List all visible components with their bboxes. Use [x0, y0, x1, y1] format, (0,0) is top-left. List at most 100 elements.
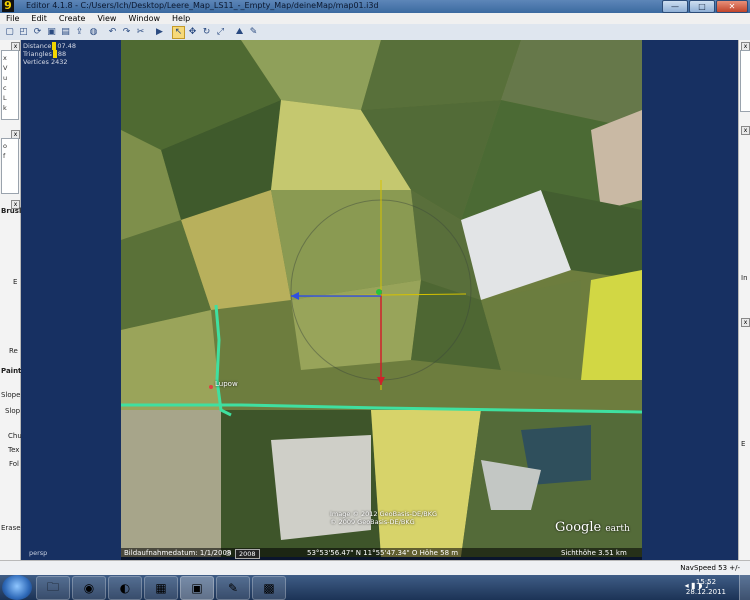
save-icon[interactable]: ▣ [45, 26, 58, 39]
reload-icon[interactable]: ⟳ [31, 26, 44, 39]
imagery-year-badge[interactable]: 2008 [235, 549, 260, 559]
panel-text: L [3, 94, 7, 102]
brush-field-label: Chu [8, 432, 22, 440]
google-word: Google [555, 520, 602, 535]
editor-icon[interactable]: ▣ [180, 576, 214, 600]
attributes-panel[interactable]: o f [1, 138, 19, 194]
vertices-value: 2432 [51, 58, 68, 66]
distance-label: Distance [23, 42, 52, 50]
scale-icon[interactable]: ⤢ [214, 26, 227, 39]
highlight-marker [52, 50, 57, 58]
globe-icon[interactable]: ◍ [87, 26, 100, 39]
brush-field-label: Re [9, 347, 18, 355]
panel-text: u [3, 74, 8, 82]
start-button[interactable] [2, 575, 32, 600]
export-icon[interactable]: ⇪ [73, 26, 86, 39]
toolbar: ▢ ◰ ⟳ ▣ ▤ ⇪ ◍ ↶ ↷ ✂ ▶ ↖ ✥ ↻ ⤢ ⛰ ✎ [0, 24, 750, 41]
toolbar-separator [228, 26, 232, 39]
right-panel: x x In x E [738, 40, 750, 560]
panel-text: c [3, 84, 7, 92]
title-bar: 9 Editor 4.1.8 - C:/Users/Ich/Desktop/Le… [0, 0, 750, 13]
select-icon[interactable]: ↖ [172, 25, 185, 39]
left-panel: x x V u c L k x o f x Brusl E Re Paint S… [0, 40, 22, 560]
nav-speed: NavSpeed 53 +/- [680, 564, 740, 572]
right-panel-label: In [741, 274, 748, 282]
move-icon[interactable]: ✥ [186, 26, 199, 39]
vertices-label: Vertices [23, 58, 49, 66]
coordinates-readout: 53°53'56.47" N 11°55'47.34" O Höhe 58 m [307, 549, 459, 557]
brush-field-label: E [13, 278, 18, 286]
slope-label: Slope [1, 391, 21, 399]
clock-time: 15:52 [695, 578, 717, 586]
slope-label: Slop [5, 407, 21, 415]
map-status-bar: Bildaufnahmedatum: 1/1/2008 ◷ 2008 53°53… [121, 548, 642, 560]
right-panel-label: E [741, 440, 746, 448]
clock-date: 28.12.2011 [685, 588, 726, 596]
toolbar-separator [167, 26, 171, 39]
panel-text: o [3, 142, 7, 150]
earth-word: earth [605, 524, 630, 534]
close-icon[interactable]: x [741, 126, 750, 135]
camera-mode-label: persp [29, 549, 48, 557]
brush-icon[interactable]: ✎ [247, 26, 260, 39]
close-button[interactable]: ✕ [716, 0, 748, 13]
maximize-button[interactable]: □ [689, 0, 715, 13]
map-imagery [121, 40, 642, 557]
rotate-icon[interactable]: ↻ [200, 26, 213, 39]
save-as-icon[interactable]: ▤ [59, 26, 72, 39]
brush-field-label: Tex [8, 446, 20, 454]
folder-icon[interactable]: 🗀 [36, 576, 70, 600]
brush-section-title: Brusl [1, 207, 22, 215]
render-stats: Distance 07.48 Triangles 88 Vertices 2432 [23, 42, 76, 66]
scenegraph-panel[interactable]: x V u c L k [1, 50, 19, 120]
menu-bar: File Edit Create View Window Help [0, 13, 750, 24]
toolbar-separator [148, 26, 152, 39]
window-title: Editor 4.1.8 - C:/Users/Ich/Desktop/Leer… [26, 1, 379, 10]
triangles-label: Triangles [23, 50, 52, 58]
google-earth-logo: Google earth [555, 520, 630, 535]
explorer-icon[interactable]: ▦ [144, 576, 178, 600]
brush-field-label: Fol [9, 460, 20, 468]
firefox-icon[interactable]: ◐ [108, 576, 142, 600]
menu-file[interactable]: File [0, 14, 25, 23]
paint-icon[interactable]: ✎ [216, 576, 250, 600]
3d-viewport[interactable]: Distance 07.48 Triangles 88 Vertices 2432 [21, 40, 738, 560]
paint-section-title: Paint [1, 367, 22, 375]
terrain-icon[interactable]: ⛰ [233, 26, 246, 39]
minimize-button[interactable]: — [662, 0, 688, 13]
app-logo: 9 [2, 0, 14, 12]
triangles-value: 88 [57, 50, 67, 58]
panel-text: f [3, 152, 6, 160]
cut-icon[interactable]: ✂ [134, 26, 147, 39]
editor-status-line: NavSpeed 53 +/- [0, 560, 750, 576]
close-icon[interactable]: x [741, 318, 750, 327]
app-icon[interactable]: ▩ [252, 576, 286, 600]
highlight-marker [52, 42, 57, 50]
play-icon[interactable]: ▶ [153, 26, 166, 39]
redo-icon[interactable]: ↷ [120, 26, 133, 39]
open-icon[interactable]: ◰ [17, 26, 30, 39]
taskbar: 🗀 ◉ ◐ ▦ ▣ ✎ ▩ ◂ ▮ ◗ ♪ 15:52 28.12.2011 [0, 575, 750, 600]
menu-view[interactable]: View [91, 14, 122, 23]
distance-value: 07.48 [57, 42, 77, 50]
menu-help[interactable]: Help [166, 14, 196, 23]
timeline-icon[interactable]: ◷ [225, 549, 231, 557]
window-controls: — □ ✕ [662, 0, 748, 13]
clock[interactable]: 15:52 28.12.2011 [686, 577, 726, 597]
chrome-icon[interactable]: ◉ [72, 576, 106, 600]
new-file-icon[interactable]: ▢ [3, 26, 16, 39]
menu-create[interactable]: Create [53, 14, 92, 23]
place-label: Lupow [215, 380, 238, 388]
eye-altitude: Sichthöhe 3.51 km [561, 549, 627, 557]
undo-icon[interactable]: ↶ [106, 26, 119, 39]
erase-label: Erase [1, 524, 21, 532]
panel-text: V [3, 64, 8, 72]
satellite-map[interactable]: N Lupow Image © 2012 GeoBasis-DE/BKG © 2… [121, 40, 642, 557]
menu-edit[interactable]: Edit [25, 14, 53, 23]
menu-window[interactable]: Window [122, 14, 166, 23]
toolbar-separator [101, 26, 105, 39]
right-panel-box[interactable] [740, 50, 750, 112]
show-desktop-button[interactable] [739, 575, 750, 600]
panel-text: k [3, 104, 7, 112]
map-copyright: Image © 2012 GeoBasis-DE/BKG © 2009 GeoB… [330, 510, 438, 526]
